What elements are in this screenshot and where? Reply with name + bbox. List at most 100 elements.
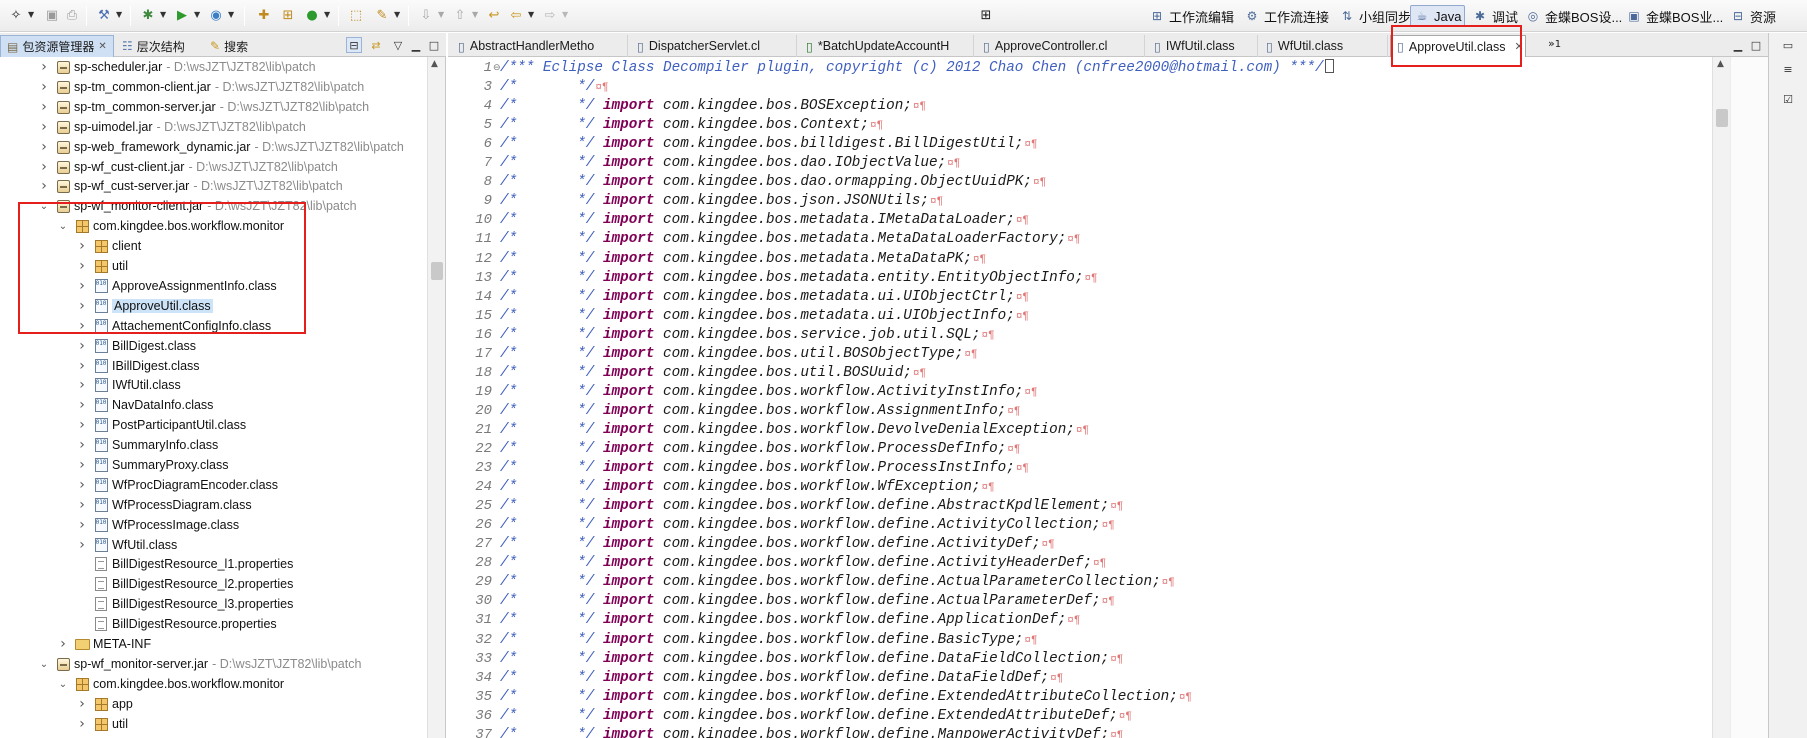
tree-item[interactable]: › util <box>0 714 426 734</box>
collapsed-chevron-icon[interactable]: › <box>75 477 89 493</box>
print-icon[interactable]: ⎙ <box>62 5 82 25</box>
collapsed-chevron-icon[interactable]: › <box>75 716 89 732</box>
editor-scrollbar[interactable]: ▲ <box>1712 57 1730 738</box>
tree-item[interactable]: › 010 WfUtil.class <box>0 535 426 555</box>
open-perspective-icon[interactable]: ⊞ <box>976 5 996 25</box>
scroll-up-icon[interactable]: ▲ <box>431 59 438 69</box>
editor-tab[interactable]: ▯ *BatchUpdateAccountH <box>800 35 974 57</box>
back-dropdown-icon[interactable]: ▼ <box>528 10 534 19</box>
external-tools-dropdown-icon[interactable]: ▼ <box>228 10 234 19</box>
tree-item[interactable]: › client <box>0 236 426 256</box>
link-with-editor-icon[interactable]: ⇄ <box>368 37 384 53</box>
collapsed-chevron-icon[interactable]: › <box>37 159 51 175</box>
perspective-debug-perspective[interactable]: ✱ 调试 <box>1469 5 1521 27</box>
collapsed-chevron-icon[interactable]: › <box>75 517 89 533</box>
tree-item[interactable]: BillDigestResource_l1.properties <box>0 554 426 574</box>
tree-item[interactable]: › 010 WfProcessDiagram.class <box>0 495 426 515</box>
forward-dropdown-icon[interactable]: ▼ <box>562 10 568 19</box>
scroll-up-icon[interactable]: ▲ <box>1717 59 1724 69</box>
tree-item[interactable]: › sp-tm_common-client.jar - D:\wsJZT\JZT82… <box>0 77 426 97</box>
tree-item[interactable]: › 010 BillDigest.class <box>0 336 426 356</box>
next-annotation-icon[interactable]: ⇩ <box>416 5 436 25</box>
collapsed-chevron-icon[interactable]: › <box>56 636 70 652</box>
tree-item[interactable]: › util <box>0 256 426 276</box>
tree-item[interactable]: ⌄ com.kingdee.bos.workflow.monitor <box>0 216 426 236</box>
collapsed-chevron-icon[interactable]: › <box>75 298 89 314</box>
collapsed-chevron-icon[interactable]: › <box>75 457 89 473</box>
collapsed-chevron-icon[interactable]: › <box>37 79 51 95</box>
tree-item[interactable]: › sp-uimodel.jar - D:\wsJZT\JZT82\lib\patc… <box>0 117 426 137</box>
tree-item[interactable]: › 010 ApproveAssignmentInfo.class <box>0 276 426 296</box>
editor-tab[interactable]: ▯ ApproveUtil.class ✕ <box>1390 35 1526 57</box>
editor-tab[interactable]: ▯ WfUtil.class <box>1260 35 1388 57</box>
scroll-thumb[interactable] <box>431 262 443 280</box>
outline-view-icon[interactable]: ≡ <box>1780 61 1796 77</box>
collapsed-chevron-icon[interactable]: › <box>75 338 89 354</box>
collapsed-chevron-icon[interactable]: › <box>37 139 51 155</box>
build-dropdown-icon[interactable]: ▼ <box>116 10 122 19</box>
save-icon[interactable]: ▣ <box>42 5 62 25</box>
tree-item[interactable]: › 010 PostParticipantUtil.class <box>0 415 426 435</box>
collapsed-chevron-icon[interactable]: › <box>37 178 51 194</box>
debug-dropdown-icon[interactable]: ▼ <box>160 10 166 19</box>
perspective-team-sync[interactable]: ⇅ 小组同步 <box>1336 5 1414 27</box>
tab-hierarchy[interactable]: ☷ 层次结构 <box>116 35 191 57</box>
tree-item[interactable]: › sp-web_framework_dynamic.jar - D:\wsJZT\… <box>0 137 426 157</box>
collapsed-chevron-icon[interactable]: › <box>75 377 89 393</box>
collapsed-chevron-icon[interactable]: › <box>75 437 89 453</box>
collapsed-chevron-icon[interactable]: › <box>75 278 89 294</box>
tree-item[interactable]: › 010 IBillDigest.class <box>0 356 426 376</box>
collapsed-chevron-icon[interactable]: › <box>75 696 89 712</box>
restore-icon[interactable]: ▭ <box>1780 37 1796 53</box>
minimize-icon[interactable]: ▁ <box>408 37 424 53</box>
open-task-dropdown-icon[interactable]: ▼ <box>394 10 400 19</box>
collapsed-chevron-icon[interactable]: › <box>75 397 89 413</box>
collapsed-chevron-icon[interactable]: › <box>75 258 89 274</box>
new-dropdown-icon[interactable]: ▼ <box>28 10 34 19</box>
collapsed-chevron-icon[interactable]: › <box>75 497 89 513</box>
editor-tab[interactable]: ▯ AbstractHandlerMetho <box>452 35 628 57</box>
last-edit-location-icon[interactable]: ↩ <box>484 5 504 25</box>
tree-item[interactable]: › META-INF <box>0 634 426 654</box>
collapsed-chevron-icon[interactable]: › <box>75 358 89 374</box>
more-tabs-chevron[interactable]: »1 <box>1548 37 1561 50</box>
tree-item[interactable]: › 010 WfProcessImage.class <box>0 515 426 535</box>
collapsed-chevron-icon[interactable]: › <box>75 238 89 254</box>
scroll-thumb[interactable] <box>1716 109 1728 127</box>
perspective-kingdee-bos-business[interactable]: ▣ 金蝶BOS业... <box>1623 5 1726 27</box>
tree-item[interactable]: › sp-wf_cust-server.jar - D:\wsJZT\JZT82\l… <box>0 176 426 196</box>
perspective-kingdee-bos-design[interactable]: ◎ 金蝶BOS设... <box>1522 5 1625 27</box>
open-task-icon[interactable]: ✎ <box>372 5 392 25</box>
package-tree-scrollbar[interactable]: ▲ <box>427 57 445 738</box>
tree-item[interactable]: › 010 ApproveUtil.class <box>0 296 426 316</box>
expanded-chevron-icon[interactable]: ⌄ <box>56 221 70 232</box>
tree-item[interactable]: › sp-scheduler.jar - D:\wsJZT\JZT82\lib\pa… <box>0 57 426 77</box>
expanded-chevron-icon[interactable]: ⌄ <box>56 679 70 690</box>
collapsed-chevron-icon[interactable]: › <box>37 59 51 75</box>
run-dropdown-icon[interactable]: ▼ <box>194 10 200 19</box>
tree-item[interactable]: ⌄ sp-wf_monitor-server.jar - D:\wsJZT\JZT8… <box>0 654 426 674</box>
previous-annotation-icon[interactable]: ⇧ <box>450 5 470 25</box>
external-tools-icon[interactable]: ◉ <box>206 5 226 25</box>
maximize-icon[interactable]: □ <box>1748 37 1764 53</box>
collapsed-chevron-icon[interactable]: › <box>75 537 89 553</box>
new-icon[interactable]: ✧ <box>6 5 26 25</box>
tree-item[interactable]: › 010 IWfUtil.class <box>0 375 426 395</box>
view-menu-icon[interactable]: ▽ <box>390 37 406 53</box>
close-icon[interactable]: ✕ <box>1514 40 1523 53</box>
tree-item[interactable]: › 010 NavDataInfo.class <box>0 395 426 415</box>
tab-search[interactable]: ✎ 搜索 <box>204 35 254 57</box>
tree-item[interactable]: › 010 SummaryProxy.class <box>0 455 426 475</box>
forward-icon[interactable]: ⇨ <box>540 5 560 25</box>
expanded-chevron-icon[interactable]: ⌄ <box>37 659 51 670</box>
new-class-dropdown-icon[interactable]: ▼ <box>324 10 330 19</box>
tree-item[interactable]: › 010 SummaryInfo.class <box>0 435 426 455</box>
tree-item[interactable]: BillDigestResource.properties <box>0 614 426 634</box>
open-type-icon[interactable]: ⬚ <box>346 5 366 25</box>
close-icon[interactable]: ✕ <box>98 41 106 52</box>
perspective-workflow-edit[interactable]: ⊞ 工作流编辑 <box>1146 5 1237 27</box>
editor-tab[interactable]: ▯ IWfUtil.class <box>1148 35 1258 57</box>
minimize-icon[interactable]: ▁ <box>1730 37 1746 53</box>
maximize-icon[interactable]: □ <box>426 37 442 53</box>
debug-icon[interactable]: ✱ <box>138 5 158 25</box>
